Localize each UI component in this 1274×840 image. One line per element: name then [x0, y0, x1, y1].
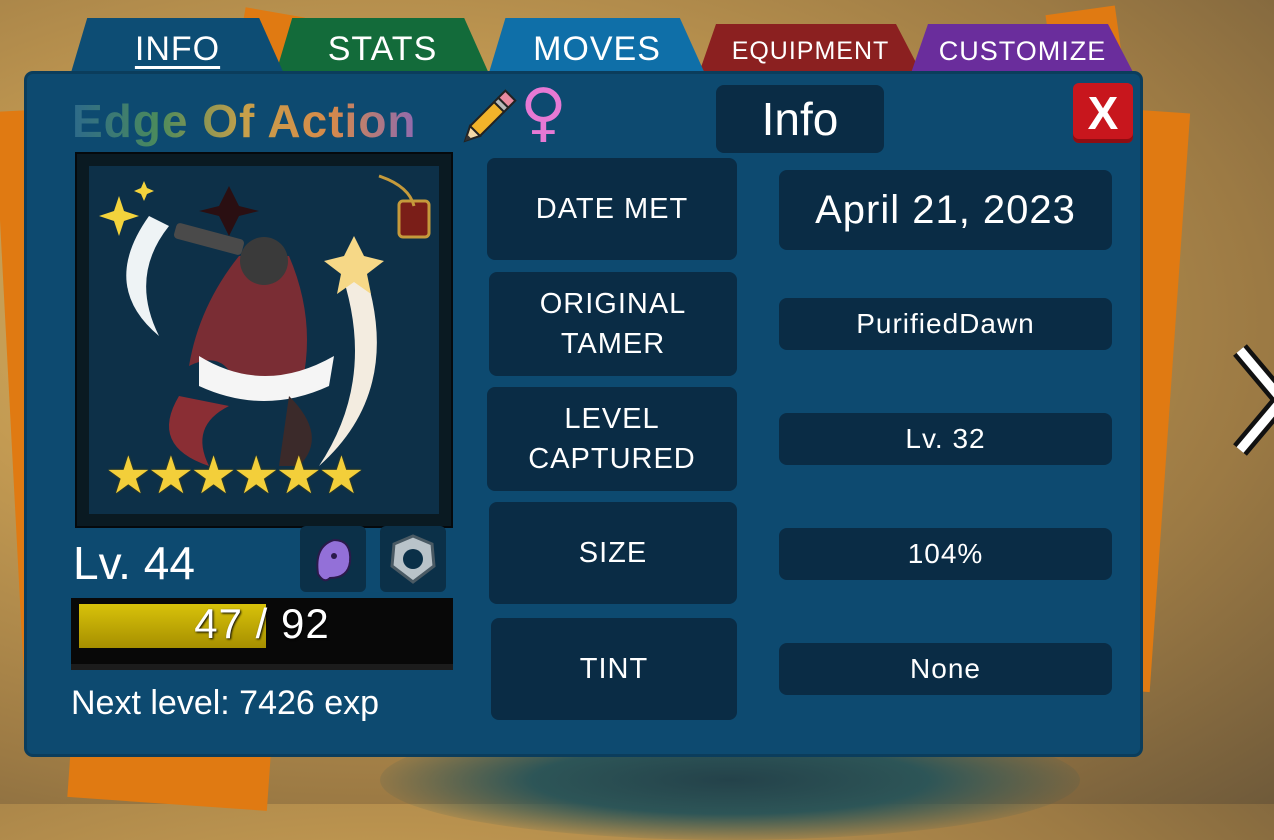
tab-info-label: INFO [134, 30, 221, 68]
next-level-text: Next level: 7426 exp [71, 684, 380, 722]
original-tamer-label: ORIGINAL TAMER [489, 272, 737, 376]
size-value: 104% [779, 528, 1112, 580]
date-met-label-text: DATE MET [535, 193, 689, 225]
size-label-text: SIZE [578, 537, 648, 569]
pencil-icon[interactable] [452, 84, 522, 154]
creature-name: Edge Of Action [72, 95, 417, 147]
info-panel: Edge Of Action ♀ Info X ★★★★★★ Lv. 44 47… [27, 74, 1140, 754]
chevron-right-icon[interactable] [1232, 340, 1274, 460]
tint-label: TINT [491, 618, 737, 720]
exp-bar: 47 / 92 [71, 598, 453, 670]
date-met-label: DATE MET [487, 158, 737, 260]
size-label: SIZE [489, 502, 737, 604]
tab-customize[interactable]: CUSTOMIZE [910, 24, 1135, 76]
original-tamer-label-line2: TAMER [560, 328, 666, 360]
tint-value: None [779, 643, 1112, 695]
tab-bar: STATS EQUIPMENT CUSTOMIZE MOVES INFO [70, 18, 1140, 78]
level-captured-label-line1: LEVEL [564, 403, 660, 435]
tab-info[interactable]: INFO [70, 18, 285, 76]
female-icon: ♀ [520, 76, 567, 150]
tint-label-text: TINT [579, 653, 649, 685]
creature-level: Lv. 44 [73, 537, 195, 589]
tab-customize-label: CUSTOMIZE [938, 36, 1107, 66]
exp-text: 47 / 92 [194, 600, 330, 647]
tab-equipment-label: EQUIPMENT [731, 37, 890, 65]
tab-stats[interactable]: STATS [275, 18, 490, 76]
tab-moves-label: MOVES [533, 30, 661, 68]
tab-stats-label: STATS [327, 30, 438, 68]
ghost-icon[interactable] [300, 526, 366, 592]
level-captured-label: LEVEL CAPTURED [487, 387, 737, 491]
panel-title: Info [716, 85, 884, 153]
shield-icon[interactable] [380, 526, 446, 592]
tab-equipment[interactable]: EQUIPMENT [698, 24, 923, 76]
creature-portrait: ★★★★★★ [75, 152, 453, 528]
tab-moves[interactable]: MOVES [488, 18, 706, 76]
original-tamer-value: PurifiedDawn [779, 298, 1112, 350]
star-rating: ★★★★★★ [105, 446, 365, 506]
date-met-value: April 21, 2023 [779, 170, 1112, 250]
level-captured-value: Lv. 32 [779, 413, 1112, 465]
level-captured-label-line2: CAPTURED [528, 443, 696, 475]
original-tamer-label-line1: ORIGINAL [539, 288, 687, 320]
close-button[interactable]: X [1073, 83, 1133, 143]
